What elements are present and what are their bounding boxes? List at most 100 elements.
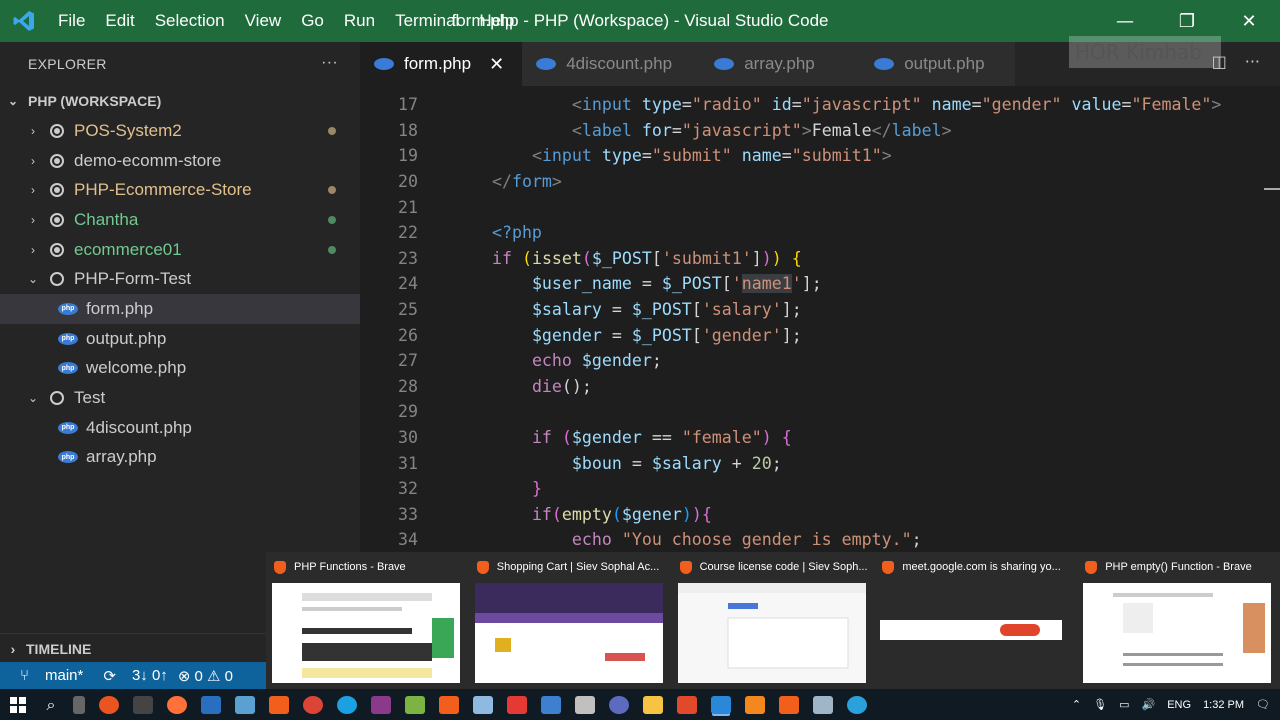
tree-folder-php-ecommerce-store[interactable]: › PHP-Ecommerce-Store [0,175,360,205]
tree-folder-demo-ecomm-store[interactable]: › demo-ecomm-store [0,146,360,176]
search-icon[interactable]: ⌕ [36,695,66,715]
close-icon[interactable]: ✕ [1218,0,1280,42]
menu-bar: File Edit Selection View Go Run Terminal… [48,0,524,42]
window-icon[interactable] [201,695,221,714]
thumbnail-preview [880,583,1068,683]
workspace-title[interactable]: ⌄ PHP (WORKSPACE) [0,86,360,116]
tree-file-welcome-php[interactable]: php welcome.php [0,354,360,384]
workspace-label: PHP (WORKSPACE) [28,93,162,109]
clock[interactable]: 1:32 PM [1203,699,1244,711]
menu-view[interactable]: View [235,0,292,42]
line-number: 25 [398,300,418,320]
taskbar-thumbnails: PHP Functions - Brave Shopping Cart | Si… [266,552,1280,689]
brave-icon [476,560,489,574]
tab-array-php[interactable]: array.php [700,42,861,86]
tab-form-php[interactable]: form.php ✕ [360,42,523,86]
thumbnail-shopping-cart[interactable]: Shopping Cart | Siev Sophal Ac... [469,552,672,689]
tree-folder-php-form-test[interactable]: ⌄ PHP-Form-Test [0,264,360,294]
thumbnail-title: PHP empty() Function - Brave [1105,561,1252,573]
menu-help[interactable]: Help [469,0,524,42]
menu-go[interactable]: Go [291,0,334,42]
tree-file-form-php[interactable]: php form.php [0,294,360,324]
keyboard-icon[interactable] [133,695,153,714]
line-number: 32 [398,479,418,499]
tree-folder-chantha[interactable]: › Chantha [0,205,360,235]
brave-icon[interactable] [269,695,289,714]
menu-terminal[interactable]: Terminal [385,0,469,42]
watermark: HOR Kimhab [1069,36,1221,68]
sync-status[interactable]: ⟳ 3↓ 0↑ [93,667,167,685]
menu-run[interactable]: Run [334,0,385,42]
problems-status[interactable]: ⊗ 0 ⚠ 0 [178,667,233,685]
chrome-icon[interactable] [303,695,323,714]
browser-icon[interactable] [609,695,629,714]
media-icon[interactable] [507,695,527,714]
brave-icon[interactable] [439,695,459,714]
telegram-icon[interactable] [847,695,867,714]
app-icon[interactable] [677,695,697,714]
menu-file[interactable]: File [48,0,95,42]
language-indicator[interactable]: ENG [1167,699,1191,711]
thumbnail-meet-sharing[interactable]: meet.google.com is sharing yo... [874,552,1077,689]
sublime-icon[interactable] [745,695,765,714]
php-file-icon [374,58,394,70]
tab-4discount-php[interactable]: 4discount.php [522,42,701,86]
chevron-right-icon: › [31,153,35,168]
paint-icon[interactable] [575,695,595,714]
line-number: 28 [398,376,418,396]
photos-icon[interactable] [813,695,833,714]
tree-folder-ecommerce01[interactable]: › ecommerce01 [0,235,360,265]
tree-label: PHP-Form-Test [74,269,192,289]
tree-file-4discount-php[interactable]: php 4discount.php [0,413,360,443]
close-icon[interactable]: ✕ [489,54,504,75]
untracked-dot-icon [328,245,336,254]
code-line: 17 <input type="radio" id="javascript" n… [360,92,1221,118]
network-icon[interactable] [473,695,493,714]
edge-icon[interactable] [337,695,357,714]
thumbnail-php-empty[interactable]: PHP empty() Function - Brave [1077,552,1280,689]
brave-icon [1085,560,1098,574]
more-actions-icon[interactable]: ··· [1245,52,1260,71]
microphone-icon[interactable]: 🎙 [1093,698,1107,711]
volume-icon[interactable]: 🔊 [1142,698,1156,711]
code-editor[interactable]: 17 <input type="radio" id="javascript" n… [360,86,1280,550]
split-editor-icon[interactable]: ◫ [1212,52,1227,71]
tab-output-php[interactable]: output.php [860,42,1016,86]
chevron-down-icon: ⌄ [27,391,39,406]
shield-icon[interactable] [235,695,255,714]
network-tray-icon[interactable]: ▭ [1119,698,1129,711]
windows-start-icon[interactable] [0,689,36,720]
thumbnail-php-functions[interactable]: PHP Functions - Brave [266,552,469,689]
ubuntu-icon[interactable] [99,695,119,714]
task-view-icon[interactable] [73,695,85,714]
sync-icon: ⟳ [103,667,116,685]
firefox-icon[interactable] [167,695,187,714]
tree-file-output-php[interactable]: php output.php [0,324,360,354]
tree-folder-test[interactable]: ⌄ Test [0,383,360,413]
brave-icon[interactable] [779,695,799,714]
brave-icon [882,560,895,574]
chevron-right-icon: › [31,212,35,227]
tree-folder-pos-system2[interactable]: › POS-System2 [0,116,360,146]
thumbnail-preview [1083,583,1272,683]
remote-icon[interactable] [541,695,561,714]
menu-edit[interactable]: Edit [95,0,144,42]
notification-icon[interactable]: 🗨 [1256,698,1270,711]
more-actions-icon[interactable]: ··· [321,54,338,72]
tree-label: output.php [86,328,167,348]
vscode-icon[interactable] [711,695,731,714]
folder-icon[interactable] [643,695,663,714]
notepad-icon[interactable] [405,695,425,714]
source-control-branch[interactable]: ⑂ main* [10,667,83,684]
tree-file-array-php[interactable]: php array.php [0,443,360,473]
menu-selection[interactable]: Selection [145,0,235,42]
chevron-up-icon[interactable]: ⌃ [1072,698,1081,711]
tree-label: ecommerce01 [74,239,182,259]
code-line: 21 [360,194,418,220]
winrar-icon[interactable] [371,695,391,714]
scrollbar-marker[interactable] [1264,188,1280,190]
branch-label: main* [45,667,84,684]
timeline-label: TIMELINE [26,641,92,657]
thumbnail-course-license[interactable]: Course license code | Siev Soph... [672,552,875,689]
tree-label: Chantha [74,209,139,229]
